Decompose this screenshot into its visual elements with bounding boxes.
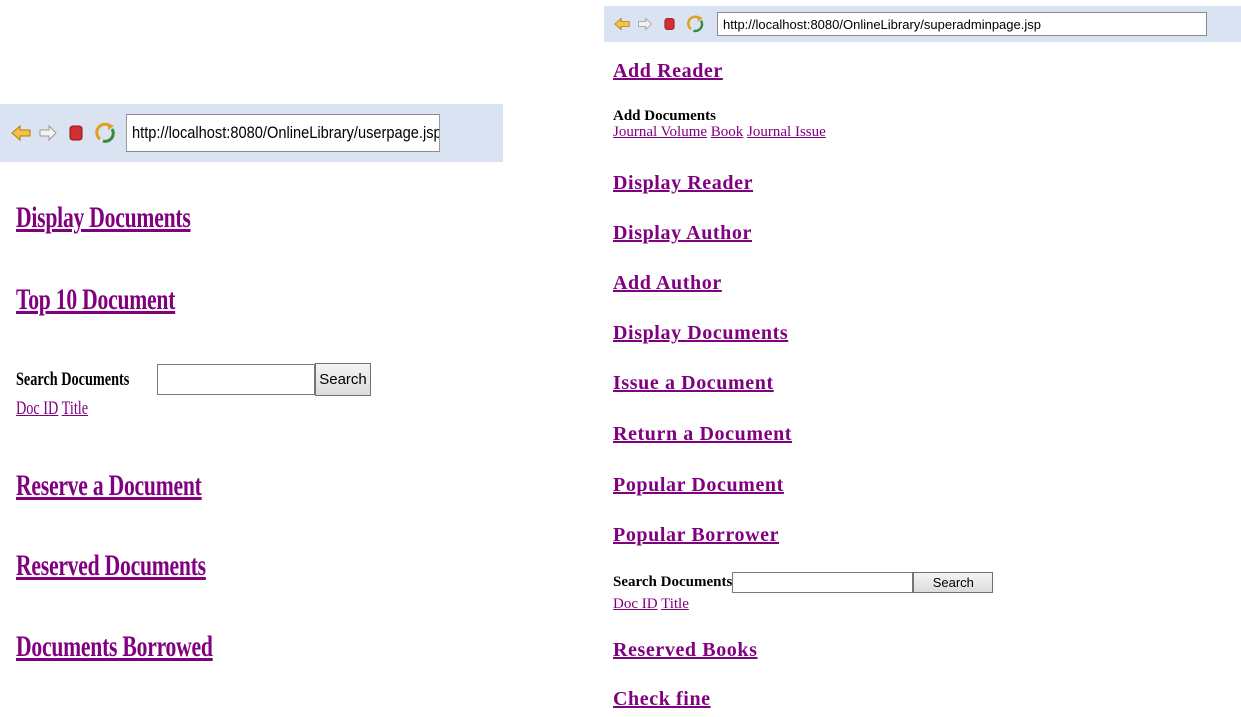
address-text: http://localhost:8080/OnlineLibrary/supe…	[723, 16, 1041, 32]
browser-toolbar: http://localhost:8080/OnlineLibrary/user…	[0, 104, 503, 162]
display-author-link[interactable]: Display Author	[613, 222, 752, 245]
top-10-document-link[interactable]: Top 10 Document	[16, 283, 175, 317]
display-documents-link[interactable]: Display Documents	[16, 201, 191, 235]
search-button[interactable]: Search	[913, 572, 994, 593]
superadmin-page-window: http://localhost:8080/OnlineLibrary/supe…	[604, 0, 1241, 717]
display-reader-link[interactable]: Display Reader	[613, 172, 753, 195]
stop-icon[interactable]	[68, 124, 84, 142]
search-row: Search Documents Search	[613, 572, 994, 593]
search-button[interactable]: Search	[315, 363, 371, 396]
search-options: Doc ID Title	[613, 596, 689, 613]
stop-icon[interactable]	[663, 17, 676, 31]
reserved-documents-link[interactable]: Reserved Documents	[16, 549, 206, 583]
address-text: http://localhost:8080/OnlineLibrary/user…	[132, 123, 440, 142]
title-link[interactable]: Title	[62, 398, 88, 419]
doc-id-link[interactable]: Doc ID	[613, 596, 658, 612]
back-arrow-icon[interactable]	[10, 123, 32, 143]
title-link[interactable]: Title	[661, 596, 689, 612]
search-input[interactable]	[732, 572, 914, 593]
display-documents-link[interactable]: Display Documents	[613, 322, 788, 345]
refresh-icon[interactable]	[686, 14, 706, 34]
add-author-link[interactable]: Add Author	[613, 272, 722, 295]
address-bar[interactable]: http://localhost:8080/OnlineLibrary/user…	[126, 114, 440, 152]
book-link[interactable]: Book	[711, 124, 744, 140]
popular-document-link[interactable]: Popular Document	[613, 474, 784, 497]
reserved-books-link[interactable]: Reserved Books	[613, 639, 758, 662]
search-options: Doc ID Title	[16, 398, 88, 420]
reserve-document-link[interactable]: Reserve a Document	[16, 469, 202, 503]
add-reader-link[interactable]: Add Reader	[613, 60, 723, 83]
return-document-link[interactable]: Return a Document	[613, 423, 792, 446]
add-documents-heading: Add Documents	[613, 108, 716, 124]
address-bar[interactable]: http://localhost:8080/OnlineLibrary/supe…	[717, 12, 1207, 36]
forward-arrow-icon[interactable]	[637, 16, 653, 32]
journal-volume-link[interactable]: Journal Volume	[613, 124, 707, 140]
back-arrow-icon[interactable]	[613, 16, 631, 32]
user-page-window: http://localhost:8080/OnlineLibrary/user…	[0, 0, 560, 717]
search-input[interactable]	[157, 364, 315, 395]
check-fine-link[interactable]: Check fine	[613, 688, 711, 711]
search-label: Search Documents	[16, 368, 130, 390]
documents-borrowed-link[interactable]: Documents Borrowed	[16, 630, 213, 664]
browser-toolbar: http://localhost:8080/OnlineLibrary/supe…	[604, 6, 1241, 42]
doc-id-link[interactable]: Doc ID	[16, 398, 58, 419]
search-row: Search Documents Search	[16, 363, 371, 396]
forward-arrow-icon[interactable]	[38, 123, 58, 143]
search-label: Search Documents	[613, 574, 733, 590]
refresh-icon[interactable]	[94, 121, 118, 145]
journal-issue-link[interactable]: Journal Issue	[747, 124, 826, 140]
issue-document-link[interactable]: Issue a Document	[613, 372, 774, 395]
popular-borrower-link[interactable]: Popular Borrower	[613, 524, 779, 547]
add-documents-section: Add Documents Journal Volume Book Journa…	[613, 108, 826, 140]
